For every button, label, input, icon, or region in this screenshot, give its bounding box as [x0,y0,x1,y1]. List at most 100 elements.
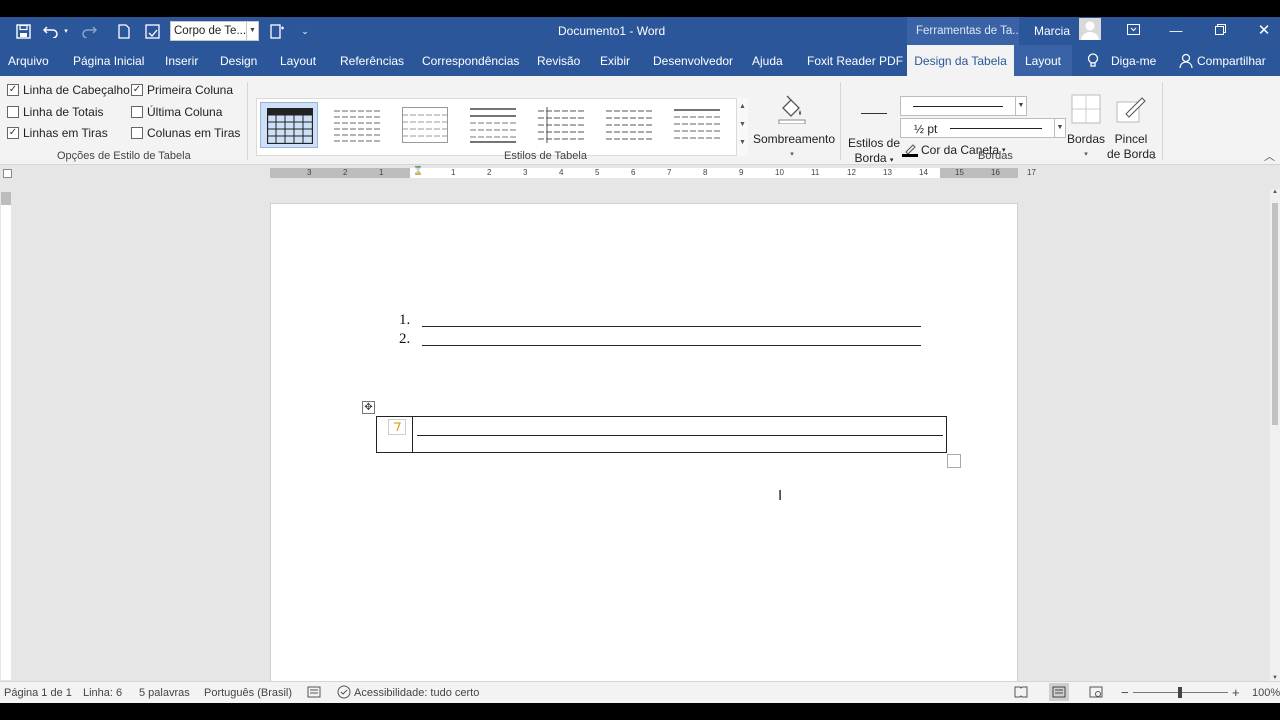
tab-design[interactable]: Design [220,45,257,76]
border-styles-button[interactable]: Estilos de Borda ▾ [848,80,900,168]
gallery-scroll[interactable]: ▲ ▼ ▼ [736,98,748,156]
document-page[interactable]: 1. 2. ✥ I [270,203,1018,703]
border-painter-button[interactable]: Pincel de Borda [1107,80,1156,162]
undo-icon[interactable] [42,22,60,40]
share-button[interactable]: Compartilhar [1197,45,1266,76]
group-divider [1162,82,1163,160]
tab-selector-icon[interactable] [3,169,12,178]
borders-button[interactable]: Bordas ▾ [1067,80,1105,162]
document-title: Documento1 - Word [558,24,666,38]
save-as-icon[interactable] [143,22,161,40]
accessibility-icon[interactable] [337,685,351,702]
dialog-launcher-icon[interactable]: ⌟ [1151,150,1155,161]
close-icon[interactable]: ✕ [1253,21,1275,41]
redo-icon[interactable] [80,22,98,40]
list-item-line[interactable] [422,326,921,327]
last-column-checkbox[interactable]: Última Coluna [131,104,222,120]
tab-ajuda[interactable]: Ajuda [752,45,783,76]
chevron-down-icon[interactable]: ▼ [1054,119,1065,137]
chevron-down-icon[interactable]: ▼ [1015,97,1026,115]
total-row-checkbox[interactable]: Linha de Totais [7,104,104,120]
zoom-slider-thumb[interactable] [1178,687,1182,698]
borders-group-label: Bordas [978,150,1013,162]
tab-foxit-reader-pdf[interactable]: Foxit Reader PDF [807,45,903,76]
tab-arquivo[interactable]: Arquivo [8,45,49,76]
banded-rows-checkbox[interactable]: ✓ Linhas em Tiras [7,125,108,141]
tab-correspondencias[interactable]: Correspondências [422,45,519,76]
ruler-number: 3 [523,168,528,177]
ruler-number: 17 [1027,168,1036,177]
line-weight-dropdown[interactable]: ½ pt ▼ [900,118,1066,138]
ruler-number: 3 [307,168,312,177]
tab-revisao[interactable]: Revisão [537,45,580,76]
table-style-plain-6[interactable] [668,102,726,148]
read-mode-icon[interactable] [1014,686,1028,701]
tab-design-da-tabela[interactable]: Design da Tabela [907,45,1014,76]
title-bar: ▾ Corpo de Te... ▼ ⌄ Documento1 - Word F… [0,17,1280,45]
tab-inserir[interactable]: Inserir [165,45,198,76]
gallery-more-icon[interactable]: ▼ [737,134,748,152]
chevron-down-icon[interactable]: ▼ [246,22,258,40]
lightbulb-icon[interactable] [1087,45,1099,76]
table-style-grid-selected[interactable] [260,102,318,148]
page-layout-icon[interactable] [268,22,286,40]
collapse-ribbon-icon[interactable]: ︿ [1264,148,1275,164]
first-column-checkbox[interactable]: ✓ Primeira Coluna [131,82,233,98]
table-style-plain-1[interactable] [328,102,386,148]
chevron-up-icon[interactable]: ▲ [737,98,748,116]
table-move-handle-icon[interactable]: ✥ [362,401,375,414]
ruler-number: 4 [559,168,564,177]
list-item-line[interactable] [422,345,921,346]
table-style-plain-3[interactable] [464,102,522,148]
zoom-out-icon[interactable]: − [1121,685,1129,700]
web-layout-icon[interactable] [1089,686,1103,701]
autocorrect-options-icon[interactable] [388,419,406,435]
macro-record-icon[interactable] [307,686,321,701]
table-style-plain-4[interactable] [532,102,590,148]
person-icon[interactable] [1179,45,1193,76]
table-style-plain-5[interactable] [600,102,658,148]
save-icon[interactable] [14,22,32,40]
avatar[interactable] [1079,18,1101,40]
user-name[interactable]: Marcia [1034,24,1070,38]
print-layout-icon[interactable] [1049,683,1069,701]
table[interactable] [376,416,947,453]
header-row-checkbox[interactable]: ✓ Linha de Cabeçalho [7,82,130,98]
line-number[interactable]: Linha: 6 [83,687,122,699]
style-selector[interactable]: Corpo de Te... ▼ [170,21,259,41]
table-style-plain-2[interactable] [396,102,454,148]
chevron-down-icon[interactable]: ▼ [737,116,748,134]
vertical-scrollbar[interactable]: ▲ ▼ [1270,189,1280,681]
zoom-level[interactable]: 100% [1252,687,1280,699]
indent-marker-icon[interactable]: ⌛ [413,166,423,175]
customize-toolbar-icon[interactable]: ⌄ [300,22,310,40]
scrollbar-thumb[interactable] [1272,203,1278,425]
tab-pagina-inicial[interactable]: Página Inicial [73,45,144,76]
line-style-dropdown[interactable]: ▼ [900,96,1027,116]
checkbox-unchecked-icon [131,127,143,139]
chevron-up-icon[interactable]: ▲ [1270,189,1280,195]
table-cell-line[interactable] [417,435,943,436]
banded-columns-checkbox[interactable]: Colunas em Tiras [131,125,240,141]
shading-button[interactable]: Sombreamento ▾ [753,80,835,162]
undo-dropdown-icon[interactable]: ▾ [61,22,71,40]
tab-exibir[interactable]: Exibir [600,45,630,76]
restore-icon[interactable] [1209,21,1231,41]
table-styles-group-label: Estilos de Tabela [504,150,587,162]
tab-desenvolvedor[interactable]: Desenvolvedor [653,45,733,76]
page-count[interactable]: Página 1 de 1 [4,687,72,699]
ruler-number: 15 [955,168,964,177]
language[interactable]: Português (Brasil) [204,687,292,699]
table-resize-handle-icon[interactable] [947,454,961,468]
minimize-icon[interactable]: — [1165,21,1187,41]
accessibility-status[interactable]: Acessibilidade: tudo certo [354,687,479,699]
ribbon-display-options-icon[interactable] [1122,21,1144,41]
new-document-icon[interactable] [116,22,132,40]
tab-table-layout[interactable]: Layout [1014,45,1072,76]
table-style-options-group-label: Opções de Estilo de Tabela [57,150,191,162]
tab-layout[interactable]: Layout [280,45,316,76]
zoom-in-icon[interactable]: + [1232,685,1240,700]
tab-referencias[interactable]: Referências [340,45,404,76]
word-count[interactable]: 5 palavras [139,687,190,699]
tell-me-search[interactable]: Diga-me [1111,45,1156,76]
